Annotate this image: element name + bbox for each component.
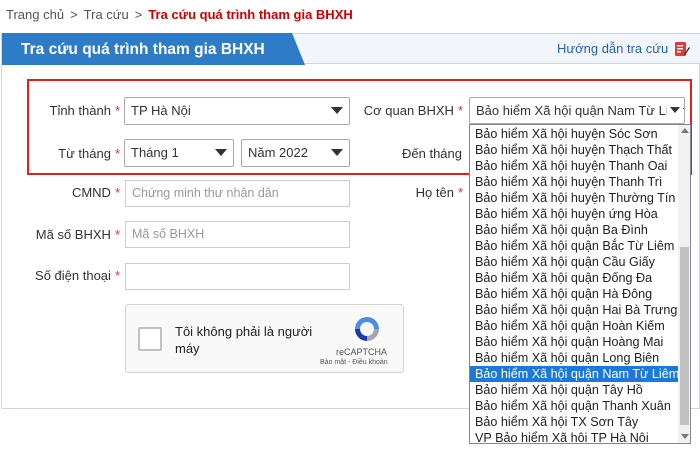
- recaptcha-logo-icon: [355, 317, 379, 341]
- scrollbar-thumb[interactable]: [680, 247, 689, 425]
- dropdown-option[interactable]: Bảo hiểm Xã hội huyện Thanh Trì: [470, 174, 678, 190]
- dropdown-option[interactable]: Bảo hiểm Xã hội quận Bắc Từ Liêm: [470, 238, 678, 254]
- id-card-label: CMND *: [71, 185, 120, 200]
- dropdown-option[interactable]: Bảo hiểm Xã hội quận Hoàng Mai: [470, 334, 678, 350]
- dropdown-option[interactable]: Bảo hiểm Xã hội quận Hà Đông: [470, 286, 678, 302]
- dropdown-option[interactable]: Bảo hiểm Xã hội quận Đống Đa: [470, 270, 678, 286]
- recaptcha-brand: reCAPTCHA: [336, 347, 388, 357]
- agency-dropdown-list[interactable]: Bảo hiểm Xã hội huyện Sóc Sơn Bảo hiểm Xã…: [469, 124, 691, 444]
- dropdown-option[interactable]: Bảo hiểm Xã hội quận Thanh Xuân: [470, 398, 678, 414]
- panel-title: Tra cứu quá trình tham gia BHXH: [21, 41, 265, 58]
- breadcrumb-separator: >: [134, 7, 143, 22]
- recaptcha-links[interactable]: Bảo mật - Điều khoản: [320, 359, 388, 366]
- dropdown-option[interactable]: Bảo hiểm Xã hội quận Hoàn Kiếm: [470, 318, 678, 334]
- dropdown-option[interactable]: Bảo hiểm Xã hội huyện ứng Hòa: [470, 206, 678, 222]
- full-name-label: Họ tên *: [415, 185, 463, 200]
- dropdown-option[interactable]: Bảo hiểm Xã hội quận Cầu Giấy: [470, 254, 678, 270]
- breadcrumb-home[interactable]: Trang chủ: [6, 7, 64, 22]
- dropdown-option[interactable]: Bảo hiểm Xã hội quận Long Biên: [470, 350, 678, 366]
- dropdown-option[interactable]: Bảo hiểm Xã hội quận Ba Đình: [470, 222, 678, 238]
- recaptcha-widget: Tôi không phải là người máy reCAPTCHA Bả…: [125, 304, 404, 373]
- scroll-up-arrow-icon[interactable]: [681, 128, 689, 133]
- dropdown-option[interactable]: Bảo hiểm Xã hội huyện Thạch Thất: [470, 142, 678, 158]
- phone-label: Số điện thoại *: [35, 268, 120, 283]
- dropdown-option[interactable]: VP Bảo hiểm Xã hội TP Hà Nội: [470, 430, 678, 443]
- dropdown-option[interactable]: Bảo hiểm Xã hội quận Nam Từ Liêm: [470, 366, 678, 382]
- breadcrumb-current: Tra cứu quá trình tham gia BHXH: [148, 7, 353, 22]
- dropdown-option[interactable]: Bảo hiểm Xã hội huyện Thường Tín: [470, 190, 678, 206]
- insurance-code-label: Mã số BHXH *: [35, 227, 120, 242]
- insurance-code-input[interactable]: Mã số BHXH: [125, 221, 350, 248]
- phone-input[interactable]: [125, 263, 350, 290]
- panel-header: Tra cứu quá trình tham gia BHXH Hướng dẫ…: [2, 33, 700, 65]
- guide-link[interactable]: Hướng dẫn tra cứu: [557, 41, 668, 56]
- breadcrumb-lookup[interactable]: Tra cứu: [84, 7, 129, 22]
- recaptcha-text: Tôi không phải là người máy: [175, 324, 313, 356]
- edit-document-icon[interactable]: [674, 41, 690, 57]
- dropdown-option[interactable]: Bảo hiểm Xã hội quận Hai Bà Trưng: [470, 302, 678, 318]
- breadcrumb: Trang chủ > Tra cứu > Tra cứu quá trình tham…: [6, 7, 353, 22]
- dropdown-option[interactable]: Bảo hiểm Xã hội huyện Sóc Sơn: [470, 126, 678, 142]
- dropdown-option[interactable]: Bảo hiểm Xã hội TX Sơn Tây: [470, 414, 678, 430]
- id-card-input[interactable]: Chứng minh thư nhân dân: [125, 180, 350, 207]
- insurance-code-placeholder: Mã số BHXH: [132, 227, 205, 241]
- breadcrumb-separator: >: [70, 7, 78, 22]
- dropdown-option[interactable]: Bảo hiểm Xã hội quận Tây Hồ: [470, 382, 678, 398]
- recaptcha-checkbox[interactable]: [138, 327, 162, 351]
- dropdown-scrollbar[interactable]: [678, 125, 690, 443]
- scroll-down-arrow-icon[interactable]: [681, 434, 689, 439]
- id-card-placeholder: Chứng minh thư nhân dân: [132, 186, 279, 200]
- dropdown-option[interactable]: Bảo hiểm Xã hội huyện Thanh Oai: [470, 158, 678, 174]
